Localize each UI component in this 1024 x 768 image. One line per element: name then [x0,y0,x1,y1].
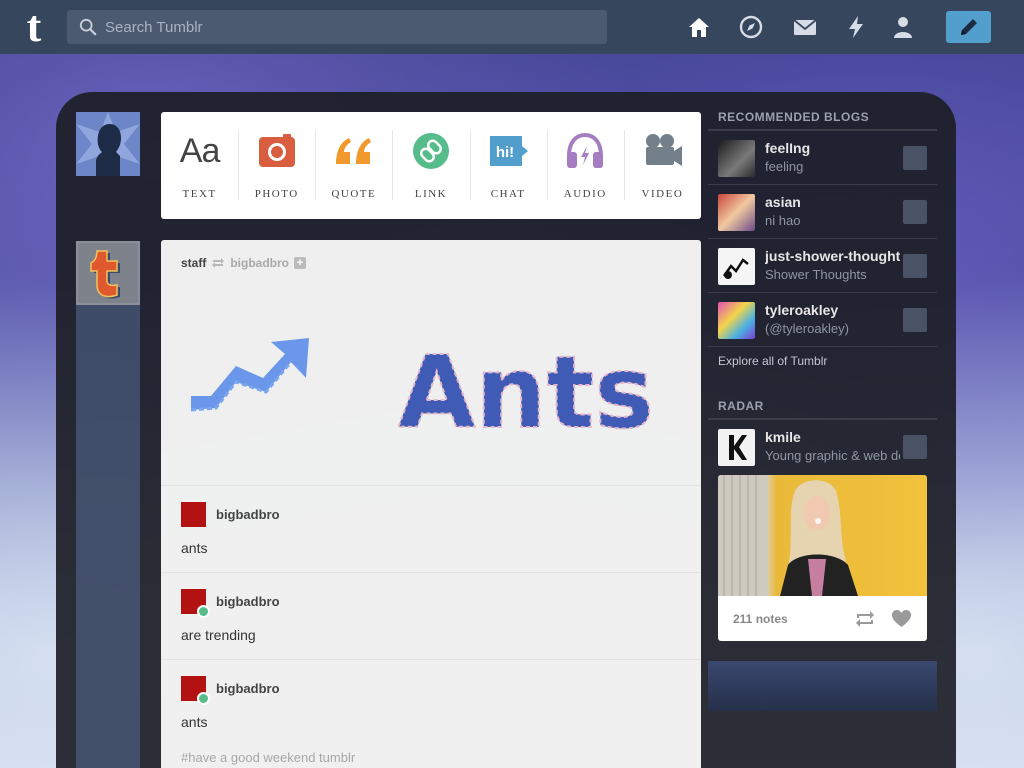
search-icon [79,18,97,36]
search-box[interactable] [67,10,607,44]
post-type-video-button[interactable]: VIDEO [623,112,701,219]
ants-art-text: Ants [398,334,654,440]
reblog-icon[interactable] [854,610,876,628]
blog-subtitle: ni hao [765,213,801,228]
post-type-quote-button[interactable]: QUOTE [315,112,392,219]
radar-title: RADAR [718,399,764,413]
post-type-bar: Aa TEXT PHOTO QUOTE LINK hi! CHAT AUDIO … [161,112,701,219]
blog-subtitle: feeling [765,159,804,174]
quote-icon [335,138,371,164]
blog-name[interactable]: kmile [765,429,900,445]
svg-text:hi!: hi! [496,144,514,161]
reblog-badge-icon [197,605,210,618]
video-camera-icon [646,134,683,166]
pencil-icon [960,19,977,35]
follow-button[interactable] [903,435,927,459]
blog-avatar[interactable] [718,248,755,285]
post-type-label: AUDIO [563,188,607,200]
post-type-label: LINK [414,188,448,200]
post-type-photo-button[interactable]: PHOTO [238,112,315,219]
blog-subtitle: Shower Thoughts [765,267,867,282]
reblog-icon [212,258,225,268]
post-type-label: TEXT [182,188,217,200]
post-type-text-button[interactable]: Aa TEXT [161,112,238,219]
camera-icon [258,134,295,167]
blog-subtitle: (@tyleroakley) [765,321,849,336]
radar-post-image[interactable] [718,475,927,596]
person-icon[interactable] [890,14,916,40]
radar-post-card[interactable]: 211 notes [718,475,927,641]
blog-avatar[interactable] [718,140,755,177]
reply-text: are trending [181,627,256,643]
follow-plus-button[interactable]: + [294,257,307,269]
post-type-label: QUOTE [331,188,377,200]
post-author-link[interactable]: staff [181,256,206,270]
radar-photo [718,475,858,596]
reply-item: bigbadbro are trending [161,572,701,659]
explore-all-link[interactable]: Explore all of Tumblr [718,354,827,368]
recommended-blog-item[interactable]: asian ni hao [708,185,937,239]
reblog-badge-icon [197,692,210,705]
recommended-blog-item[interactable]: tyleroakley (@tyleroakley) [708,293,937,347]
radar-blog-item[interactable]: kmile Young graphic & web designer [708,420,937,474]
kmile-logo-icon [729,435,747,460]
post-tags[interactable]: #have a good weekend tumblr [181,750,355,765]
follow-button[interactable] [903,200,927,224]
top-navigation-bar: t [0,0,1024,54]
heart-icon[interactable] [891,609,912,628]
post-type-link-button[interactable]: LINK [392,112,469,219]
link-icon [412,133,449,169]
compose-button[interactable] [946,11,991,43]
radar-notes-count[interactable]: 211 notes [733,612,788,626]
reply-avatar[interactable] [181,502,206,527]
headphones-icon [567,132,604,168]
follow-button[interactable] [903,146,927,170]
user-avatar[interactable] [76,112,140,176]
recommended-blog-item[interactable]: just-shower-thoughts Shower Thoughts [708,239,937,293]
sidebar-bottom-panel [708,661,937,711]
post-type-label: CHAT [490,188,526,200]
reblogged-from-link[interactable]: bigbadbro [230,256,289,270]
recommended-blog-item[interactable]: feelIng feeling [708,131,937,185]
post-type-chat-button[interactable]: hi! CHAT [469,112,547,219]
home-icon[interactable] [686,14,712,40]
search-input[interactable] [105,18,585,36]
reply-username[interactable]: bigbadbro [216,681,280,696]
compass-icon[interactable] [738,14,764,40]
blog-name[interactable]: asian [765,194,900,210]
blog-name[interactable]: just-shower-thoughts [765,248,900,264]
post-type-audio-button[interactable]: AUDIO [546,112,624,219]
mail-icon[interactable] [792,14,818,40]
blog-avatar[interactable] [718,194,755,231]
blog-avatar[interactable] [718,302,755,339]
follow-button[interactable] [903,308,927,332]
reply-item: bigbadbro ants [161,485,701,572]
follow-button[interactable] [903,254,927,278]
reply-username[interactable]: bigbadbro [216,594,280,609]
blog-name[interactable]: tyleroakley [765,302,900,318]
avatar-column [76,241,140,768]
lightning-icon[interactable] [843,14,869,40]
recommended-blogs-title: RECOMMENDED BLOGS [718,110,870,124]
text-icon: Aa [179,131,221,170]
staff-avatar[interactable] [76,241,140,305]
blog-subtitle: Young graphic & web designer [765,448,900,463]
tumblr-logo-icon[interactable]: t [16,5,52,49]
staff-tumblr-logo-icon [78,243,138,303]
post-header: staff bigbadbro + [181,256,307,270]
post-type-label: VIDEO [641,188,684,200]
post-type-label: PHOTO [254,188,299,200]
chat-icon: hi! [490,136,529,166]
user-silhouette-icon [76,112,140,176]
ants-trending-graphic: Ants [190,333,655,440]
reply-text: ants [181,540,208,556]
shower-thoughts-logo-icon [722,258,749,279]
reply-username[interactable]: bigbadbro [216,507,280,522]
blog-name[interactable]: feelIng [765,140,900,156]
blog-avatar[interactable] [718,429,755,466]
reply-text: ants [181,714,208,730]
post-card: staff bigbadbro + Ants bigbadbro ants bi… [161,240,701,768]
reply-item: bigbadbro ants [161,659,701,746]
